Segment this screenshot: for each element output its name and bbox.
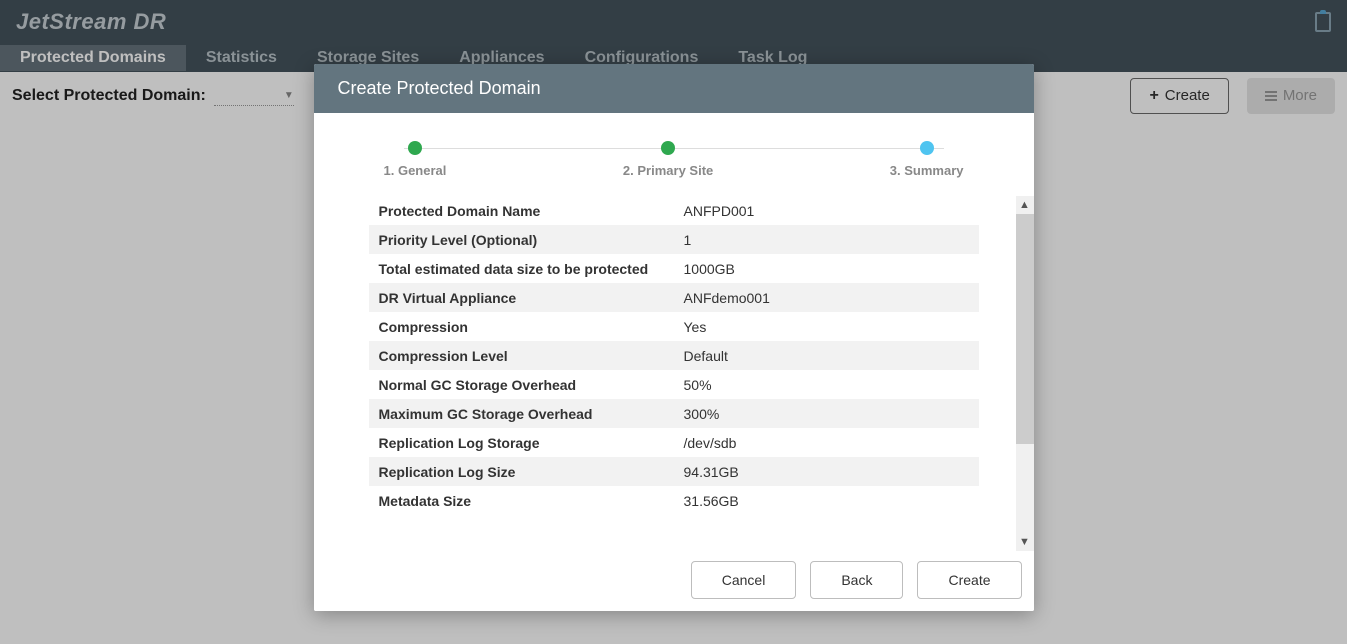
summary-row: CompressionYes	[369, 312, 979, 341]
step-label: 2. Primary Site	[623, 163, 713, 178]
wizard-stepper: 1. General 2. Primary Site 3. Summary	[314, 113, 1034, 196]
summary-label: Metadata Size	[369, 486, 674, 515]
summary-label: Normal GC Storage Overhead	[369, 370, 674, 399]
scroll-thumb[interactable]	[1016, 214, 1034, 444]
summary-value: 1	[674, 225, 979, 254]
scroll-up-icon[interactable]: ▲	[1016, 196, 1034, 214]
summary-value: 31.56GB	[674, 486, 979, 515]
summary-value: 94.31GB	[674, 457, 979, 486]
summary-row: Replication Log Size94.31GB	[369, 457, 979, 486]
summary-value: 1000GB	[674, 254, 979, 283]
scroll-down-icon[interactable]: ▼	[1016, 533, 1034, 551]
summary-label: Maximum GC Storage Overhead	[369, 399, 674, 428]
back-button[interactable]: Back	[810, 561, 903, 599]
modal-title: Create Protected Domain	[314, 64, 1034, 113]
summary-row: Replication Log Storage/dev/sdb	[369, 428, 979, 457]
summary-row: Protected Domain NameANFPD001	[369, 196, 979, 225]
step-general[interactable]: 1. General	[384, 141, 447, 178]
step-summary[interactable]: 3. Summary	[890, 141, 964, 178]
summary-row: Maximum GC Storage Overhead300%	[369, 399, 979, 428]
summary-row: Priority Level (Optional)1	[369, 225, 979, 254]
summary-label: Protected Domain Name	[369, 196, 674, 225]
summary-row: Total estimated data size to be protecte…	[369, 254, 979, 283]
step-primary-site[interactable]: 2. Primary Site	[623, 141, 713, 178]
modal-footer: Cancel Back Create	[314, 551, 1034, 611]
summary-row: Metadata Size31.56GB	[369, 486, 979, 515]
summary-row: Normal GC Storage Overhead50%	[369, 370, 979, 399]
summary-label: Replication Log Storage	[369, 428, 674, 457]
cancel-button[interactable]: Cancel	[691, 561, 797, 599]
step-label: 1. General	[384, 163, 447, 178]
summary-label: Compression	[369, 312, 674, 341]
scrollbar[interactable]: ▲ ▼	[1016, 196, 1034, 551]
summary-value: ANFdemo001	[674, 283, 979, 312]
step-dot-icon	[661, 141, 675, 155]
summary-table: Protected Domain NameANFPD001Priority Le…	[369, 196, 979, 515]
summary-value: 50%	[674, 370, 979, 399]
summary-value: /dev/sdb	[674, 428, 979, 457]
modal-overlay: Create Protected Domain 1. General 2. Pr…	[0, 0, 1347, 644]
summary-value: Yes	[674, 312, 979, 341]
modal-body: Protected Domain NameANFPD001Priority Le…	[314, 196, 1034, 551]
summary-value: ANFPD001	[674, 196, 979, 225]
step-dot-icon	[408, 141, 422, 155]
summary-label: Compression Level	[369, 341, 674, 370]
step-dot-icon	[920, 141, 934, 155]
summary-row: Compression LevelDefault	[369, 341, 979, 370]
summary-value: 300%	[674, 399, 979, 428]
summary-label: Replication Log Size	[369, 457, 674, 486]
step-label: 3. Summary	[890, 163, 964, 178]
summary-row: DR Virtual ApplianceANFdemo001	[369, 283, 979, 312]
create-protected-domain-modal: Create Protected Domain 1. General 2. Pr…	[314, 64, 1034, 611]
summary-label: DR Virtual Appliance	[369, 283, 674, 312]
summary-value: Default	[674, 341, 979, 370]
create-submit-button[interactable]: Create	[917, 561, 1021, 599]
summary-label: Priority Level (Optional)	[369, 225, 674, 254]
summary-label: Total estimated data size to be protecte…	[369, 254, 674, 283]
